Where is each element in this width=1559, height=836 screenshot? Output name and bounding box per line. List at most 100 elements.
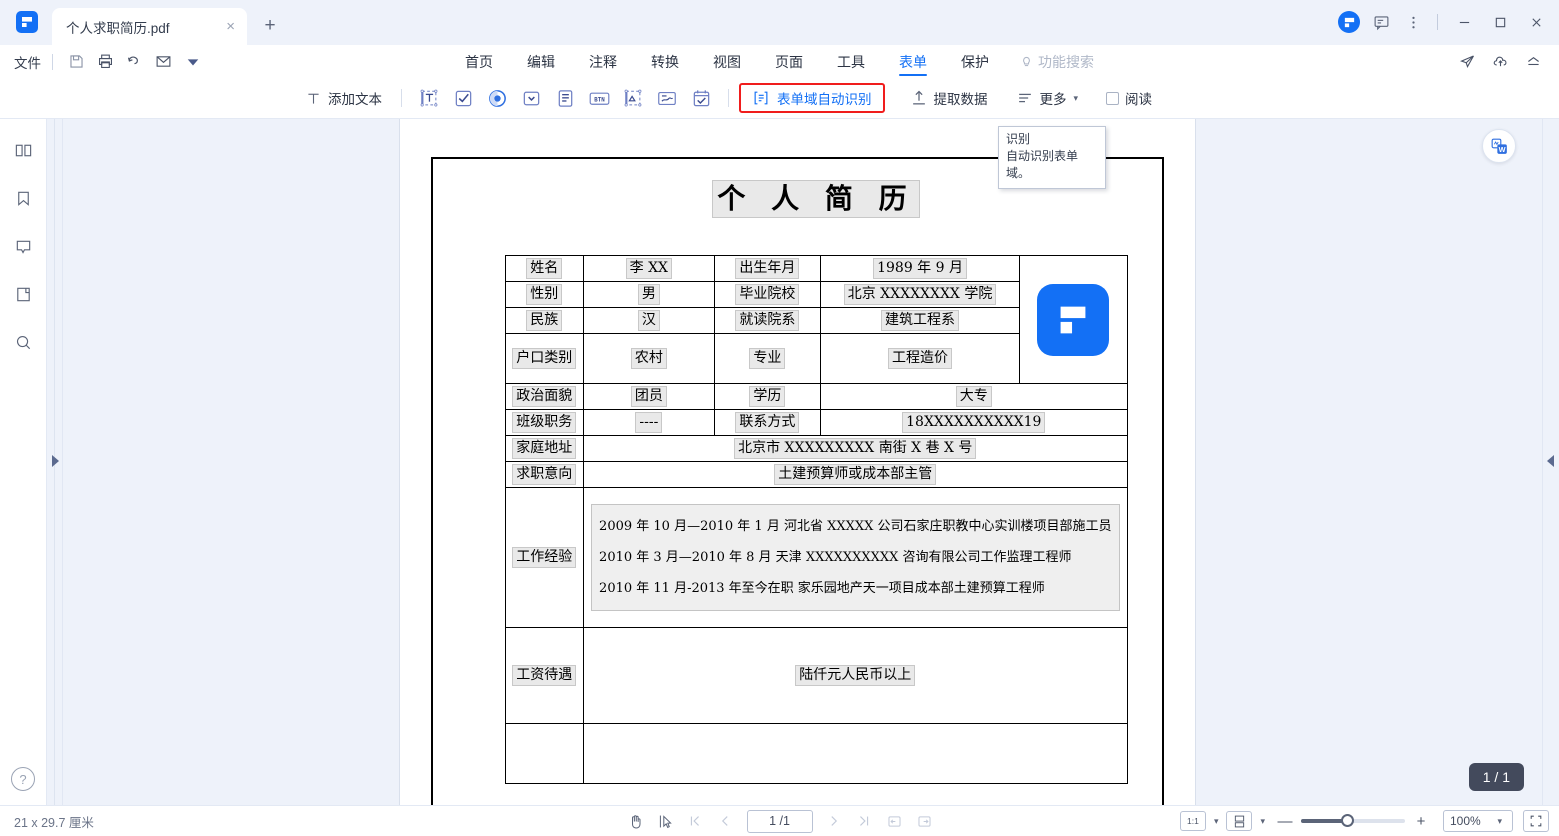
- cell-label-gender[interactable]: 性别: [505, 282, 584, 308]
- cell-value-address[interactable]: 北京市 XXXXXXXXX 南街 X 巷 X 号: [584, 436, 1127, 462]
- cell-label-class-role[interactable]: 班级职务: [505, 410, 584, 436]
- tab-convert[interactable]: 转换: [634, 45, 696, 78]
- minimize-button[interactable]: [1447, 7, 1481, 37]
- image-field-tool[interactable]: [616, 83, 650, 113]
- tab-protect[interactable]: 保护: [944, 45, 1006, 78]
- cell-value-political[interactable]: 团员: [584, 384, 715, 410]
- next-page-button[interactable]: [821, 810, 848, 833]
- cell-label-address[interactable]: 家庭地址: [505, 436, 584, 462]
- checkbox-icon[interactable]: [1106, 92, 1119, 105]
- collapse-ribbon-icon[interactable]: [1520, 48, 1547, 75]
- cell-value-ethnicity[interactable]: 汉: [584, 308, 715, 334]
- undo-icon[interactable]: [121, 48, 148, 75]
- cell-value-birth[interactable]: 1989 年 9 月: [821, 256, 1020, 282]
- tab-tools[interactable]: 工具: [820, 45, 882, 78]
- checkbox-field-tool[interactable]: [446, 83, 480, 113]
- cell-label-political[interactable]: 政治面貌: [505, 384, 584, 410]
- continuous-scroll-icon[interactable]: [911, 810, 938, 833]
- cell-label-empty[interactable]: [505, 724, 584, 784]
- close-icon[interactable]: ×: [222, 19, 239, 34]
- auto-recognize-form-fields-button[interactable]: 表单域自动识别: [739, 83, 885, 113]
- select-tool-icon[interactable]: [652, 810, 679, 833]
- push-button-field-tool[interactable]: BTN: [582, 83, 616, 113]
- cell-value-school[interactable]: 北京 XXXXXXXX 学院: [821, 282, 1020, 308]
- tab-home[interactable]: 首页: [448, 45, 510, 78]
- extract-data-button[interactable]: 提取数据: [901, 83, 997, 113]
- cell-value-objective[interactable]: 土建预算师或成本部主管: [584, 462, 1127, 488]
- zoom-in-button[interactable]: +: [1409, 810, 1433, 832]
- sidebar-item-attachments[interactable]: [6, 277, 40, 311]
- tab-form[interactable]: 表单: [882, 45, 944, 78]
- experience-field[interactable]: 2009 年 10 月—2010 年 1 月 河北省 XXXXX 公司石家庄职教…: [592, 505, 1118, 610]
- cell-label-birth[interactable]: 出生年月: [714, 256, 820, 282]
- cell-label-major[interactable]: 专业: [714, 334, 820, 384]
- signature-field-tool[interactable]: [650, 83, 684, 113]
- tab-view[interactable]: 视图: [696, 45, 758, 78]
- document-tab[interactable]: 个人求职简历.pdf ×: [52, 8, 247, 45]
- new-tab-button[interactable]: +: [255, 11, 285, 41]
- cell-label-residence[interactable]: 户口类别: [505, 334, 584, 384]
- radio-button-field-tool[interactable]: [480, 83, 514, 113]
- feature-search[interactable]: 功能搜索: [1006, 45, 1111, 78]
- cell-value-major[interactable]: 工程造价: [821, 334, 1020, 384]
- list-box-field-tool[interactable]: [548, 83, 582, 113]
- tab-page[interactable]: 页面: [758, 45, 820, 78]
- zoom-slider[interactable]: [1301, 810, 1405, 832]
- sidebar-item-comments[interactable]: [6, 229, 40, 263]
- cell-value-name[interactable]: 李 XX: [584, 256, 715, 282]
- last-page-button[interactable]: [851, 810, 878, 833]
- fullscreen-button[interactable]: [1523, 810, 1549, 832]
- cell-value-experience[interactable]: 2009 年 10 月—2010 年 1 月 河北省 XXXXX 公司石家庄职教…: [584, 488, 1127, 628]
- more-options-icon[interactable]: [1398, 7, 1428, 37]
- cell-value-salary[interactable]: 陆仟元人民币以上: [584, 628, 1127, 724]
- maximize-button[interactable]: [1483, 7, 1517, 37]
- chevron-down-icon[interactable]: ▾: [1256, 816, 1269, 827]
- cell-value-education[interactable]: 大专: [821, 384, 1127, 410]
- add-text-button[interactable]: 添加文本: [296, 83, 391, 113]
- document-viewport[interactable]: W 1 / 1 个 人 简 历 姓名 李 XX 出生年月 1989 年 9 月: [63, 119, 1542, 805]
- cell-label-experience[interactable]: 工作经验: [505, 488, 584, 628]
- cell-label-salary[interactable]: 工资待遇: [505, 628, 584, 724]
- cloud-upload-icon[interactable]: [1487, 48, 1514, 75]
- page-number-input[interactable]: 1 /1: [747, 810, 813, 833]
- convert-to-word-button[interactable]: W: [1482, 129, 1516, 163]
- chevron-down-icon[interactable]: ▾: [1210, 816, 1223, 827]
- cell-label-department[interactable]: 就读院系: [714, 308, 820, 334]
- view-mode-button[interactable]: 1:1: [1180, 811, 1206, 831]
- close-window-button[interactable]: [1519, 7, 1553, 37]
- share-icon[interactable]: [1454, 48, 1481, 75]
- cell-photo[interactable]: [1019, 256, 1127, 384]
- tab-comment[interactable]: 注释: [572, 45, 634, 78]
- cell-value-gender[interactable]: 男: [584, 282, 715, 308]
- cell-label-ethnicity[interactable]: 民族: [505, 308, 584, 334]
- text-field-tool[interactable]: [412, 83, 446, 113]
- first-page-button[interactable]: [682, 810, 709, 833]
- help-button[interactable]: ?: [11, 767, 35, 791]
- more-button[interactable]: 更多 ▾: [1007, 83, 1088, 113]
- sidebar-item-thumbnails[interactable]: [6, 133, 40, 167]
- hand-tool-icon[interactable]: [622, 810, 649, 833]
- expand-panel-handle[interactable]: [51, 454, 60, 468]
- cell-label-education[interactable]: 学历: [714, 384, 820, 410]
- zoom-level-select[interactable]: 100% ▾: [1443, 810, 1513, 832]
- cell-value-class-role[interactable]: ----: [584, 410, 715, 436]
- sidebar-item-bookmarks[interactable]: [6, 181, 40, 215]
- print-icon[interactable]: [92, 48, 119, 75]
- fit-width-icon[interactable]: [881, 810, 908, 833]
- prev-page-button[interactable]: [712, 810, 739, 833]
- save-icon[interactable]: [63, 48, 90, 75]
- mail-icon[interactable]: [150, 48, 177, 75]
- expand-right-panel-handle[interactable]: [1546, 454, 1555, 468]
- page-layout-button[interactable]: [1226, 811, 1252, 831]
- zoom-out-button[interactable]: —: [1273, 810, 1297, 832]
- date-field-tool[interactable]: [684, 83, 718, 113]
- sidebar-item-search[interactable]: [6, 325, 40, 359]
- file-menu-button[interactable]: 文件: [14, 52, 41, 72]
- dropdown-icon[interactable]: [179, 48, 206, 75]
- cell-value-contact[interactable]: 18XXXXXXXXXX19: [821, 410, 1127, 436]
- cell-label-objective[interactable]: 求职意向: [505, 462, 584, 488]
- account-logo-icon[interactable]: [1334, 7, 1364, 37]
- cell-label-name[interactable]: 姓名: [505, 256, 584, 282]
- cell-value-department[interactable]: 建筑工程系: [821, 308, 1020, 334]
- combo-box-field-tool[interactable]: [514, 83, 548, 113]
